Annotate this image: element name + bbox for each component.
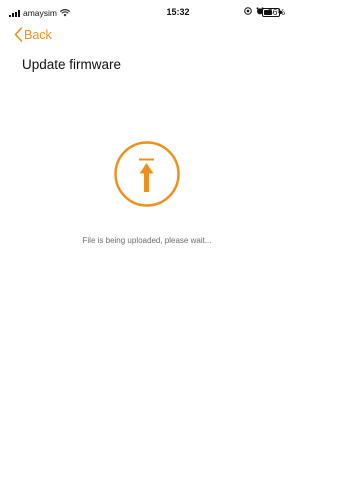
page-title: Update firmware xyxy=(22,57,122,72)
back-button[interactable]: Back xyxy=(14,27,52,42)
back-label: Back xyxy=(24,27,52,42)
chevron-left-icon xyxy=(14,27,24,42)
location-icon xyxy=(244,7,252,17)
status-time: 15:32 xyxy=(166,7,190,17)
upload-arrow-icon xyxy=(113,140,181,208)
upload-status-message: File is being uploaded, please wait... xyxy=(82,236,212,245)
battery-icon xyxy=(262,8,282,17)
status-bar: amaysim 15:32 56% xyxy=(0,0,356,22)
